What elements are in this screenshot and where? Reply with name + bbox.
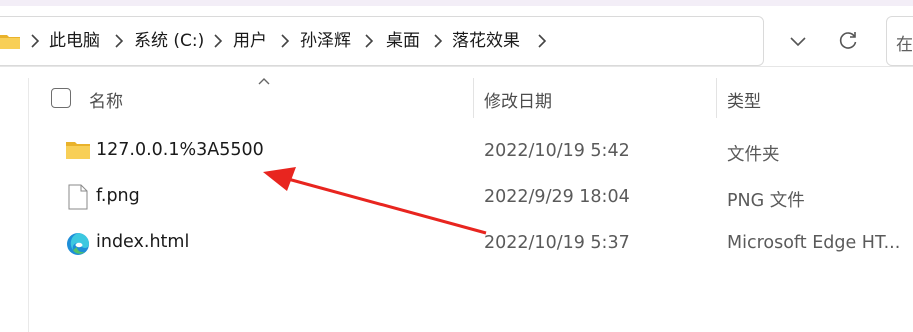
file-type: 文件夹 xyxy=(727,145,780,165)
chevron-right-icon[interactable] xyxy=(112,31,126,51)
column-header-modified[interactable]: 修改日期 xyxy=(484,87,552,112)
image-file-icon xyxy=(68,184,88,210)
file-modified: 2022/9/29 18:04 xyxy=(484,187,630,207)
refresh-button[interactable] xyxy=(831,26,865,56)
sort-ascending-icon xyxy=(258,78,270,85)
column-header-type[interactable]: 类型 xyxy=(727,87,761,112)
select-all-checkbox[interactable] xyxy=(51,88,71,108)
column-resize-handle[interactable] xyxy=(716,78,717,118)
navigation-pane-edge[interactable] xyxy=(28,78,29,332)
chevron-right-icon[interactable] xyxy=(211,31,225,51)
file-modified: 2022/10/19 5:37 xyxy=(484,233,630,253)
history-dropdown-button[interactable] xyxy=(781,26,815,56)
edge-icon xyxy=(67,233,89,255)
refresh-icon xyxy=(839,32,857,49)
column-resize-handle[interactable] xyxy=(473,78,474,118)
chevron-right-icon[interactable] xyxy=(28,31,42,51)
search-placeholder: 在 xyxy=(896,35,913,55)
file-name[interactable]: f.png xyxy=(96,186,140,206)
title-strip xyxy=(0,0,913,6)
file-modified: 2022/10/19 5:42 xyxy=(484,141,630,161)
toolbar-divider xyxy=(0,66,913,67)
breadcrumb-item-drive-c[interactable]: 系统 (C:) xyxy=(134,29,204,53)
chevron-right-icon[interactable] xyxy=(278,31,292,51)
breadcrumb-item-current-folder[interactable]: 落花效果 xyxy=(452,29,520,53)
file-type: Microsoft Edge HT... xyxy=(727,233,901,253)
file-name[interactable]: index.html xyxy=(96,232,189,252)
folder-icon xyxy=(66,142,90,159)
column-header-name[interactable]: 名称 xyxy=(89,87,123,112)
chevron-right-icon[interactable] xyxy=(362,31,376,51)
chevron-right-icon[interactable] xyxy=(431,31,445,51)
file-name[interactable]: 127.0.0.1%3A5500 xyxy=(96,140,264,160)
file-type: PNG 文件 xyxy=(727,191,805,211)
breadcrumb-item-users[interactable]: 用户 xyxy=(233,29,267,53)
chevron-right-icon[interactable] xyxy=(535,31,549,51)
folder-icon xyxy=(0,35,20,49)
breadcrumb-item-desktop[interactable]: 桌面 xyxy=(386,29,420,53)
breadcrumb-item-user[interactable]: 孙泽辉 xyxy=(300,29,351,53)
breadcrumb-item-this-pc[interactable]: 此电脑 xyxy=(49,29,100,53)
chevron-down-icon xyxy=(790,37,806,47)
